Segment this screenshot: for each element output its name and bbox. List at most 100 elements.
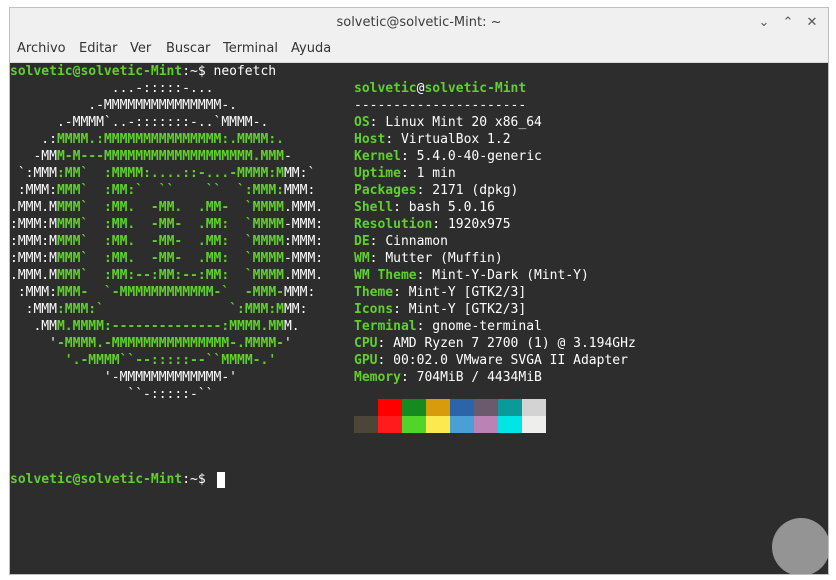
minimize-icon[interactable]: ⌄ (756, 15, 772, 31)
ascii-art-line: '-MMMM.-MMMMMMMMMMMMMMM-.MMMM-' (10, 336, 292, 351)
info-value: bash 5.0.16 (408, 200, 495, 215)
info-key: Uptime (354, 166, 401, 181)
info-key: Host (354, 132, 386, 147)
scrollbar[interactable] (812, 63, 828, 574)
color-swatch (378, 416, 402, 433)
info-separator: : (416, 319, 433, 334)
ascii-art-line: -MMM-M---MMMMMMMMMMMMMMMMMMM.MMM- (10, 149, 292, 164)
info-value: Mint-Y-Dark (Mint-Y) (432, 268, 589, 283)
ascii-art-line: :MMM:MMMM` :MM. -MM- .MM: `MMMM-MMM: (10, 217, 324, 232)
info-key: Resolution (354, 217, 433, 232)
info-value: 704MiB / 4434MiB (416, 370, 542, 385)
color-swatch (450, 399, 474, 416)
ascii-art-line: :MMM:MMM:` `:MMM:MMM: (10, 302, 308, 317)
info-value: 1920x975 (447, 217, 511, 232)
info-key: GPU (354, 353, 378, 368)
info-row: Resolution: 1920x975 (354, 216, 511, 233)
info-separator: : (416, 183, 433, 198)
info-row: WM Theme: Mint-Y-Dark (Mint-Y) (354, 267, 589, 284)
color-swatch (522, 399, 546, 416)
maximize-icon[interactable]: ⌃ (780, 15, 796, 31)
info-separator: : (393, 302, 409, 317)
ascii-art-line: :MMM:MMMM` :MM. -MM- .MM: `MMMM:MMM: (10, 234, 324, 249)
info-separator: : (393, 285, 409, 300)
info-user: solvetic (354, 81, 417, 96)
info-header: solvetic@solvetic-Mint (354, 80, 526, 97)
menu-bar: Archivo Editar Ver Buscar Terminal Ayuda (10, 38, 828, 63)
menu-ayuda[interactable]: Ayuda (291, 41, 331, 56)
info-row: Theme: Mint-Y [GTK2/3] (354, 284, 526, 301)
color-swatch (402, 399, 426, 416)
info-key: WM Theme (354, 268, 417, 283)
command-line: solvetic@solvetic-Mint:~$ neofetch (10, 63, 276, 80)
terminal-output[interactable]: solvetic@solvetic-Mint:~$ neofetch ...-:… (10, 63, 814, 574)
info-value: 1 min (416, 166, 456, 181)
info-separator: : (416, 268, 433, 283)
info-row: Icons: Mint-Y [GTK2/3] (354, 301, 526, 318)
info-row: Memory: 704MiB / 4434MiB (354, 369, 542, 386)
color-swatch (474, 416, 498, 433)
window-title: solvetic@solvetic-Mint: ~ (336, 15, 502, 30)
prompt-line: solvetic@solvetic-Mint:~$ (10, 471, 214, 488)
ascii-art-line: ``-:::::-`` (10, 387, 214, 402)
ascii-art-line: '-MMMMMMMMMMMMM-' (10, 370, 237, 385)
info-key: CPU (354, 336, 378, 351)
command-text: neofetch (213, 64, 277, 79)
info-key: OS (354, 115, 370, 130)
info-key: Shell (354, 200, 394, 215)
info-value: Cinnamon (385, 234, 448, 249)
menu-buscar[interactable]: Buscar (166, 41, 210, 56)
color-swatch (402, 416, 426, 433)
info-key: Terminal (354, 319, 417, 334)
menu-archivo[interactable]: Archivo (17, 41, 66, 56)
info-host: solvetic-Mint (424, 81, 527, 96)
info-value: 2171 (dpkg) (432, 183, 519, 198)
info-row: Packages: 2171 (dpkg) (354, 182, 518, 199)
info-row: DE: Cinnamon (354, 233, 448, 250)
info-row: Kernel: 5.4.0-40-generic (354, 148, 542, 165)
info-key: WM (354, 251, 370, 266)
ascii-art-line: :MMM:MMM- `-MMMMMMMMMMMM-` -MMM-MMM: (10, 285, 316, 300)
ascii-art-line: .MMM.MMMM:--------------:MMMM.MMM. (10, 319, 300, 334)
color-swatch (498, 416, 522, 433)
info-separator: : (400, 166, 417, 181)
color-swatch (450, 416, 474, 433)
title-bar[interactable]: solvetic@solvetic-Mint: ~ ⌄ ⌃ ✕ (10, 8, 828, 39)
color-swatch (354, 399, 378, 416)
info-value: VirtualBox 1.2 (400, 132, 511, 147)
info-value: Mint-Y [GTK2/3] (408, 302, 527, 317)
terminal-window: solvetic@solvetic-Mint: ~ ⌄ ⌃ ✕ Archivo … (9, 7, 829, 575)
watermark-logo (772, 518, 828, 574)
menu-ver[interactable]: Ver (130, 41, 151, 56)
menu-editar[interactable]: Editar (79, 41, 118, 56)
info-row: WM: Mutter (Muffin) (354, 250, 503, 267)
close-icon[interactable]: ✕ (804, 15, 820, 31)
info-value: 00:02.0 VMware SVGA II Adapter (393, 353, 628, 368)
info-row: Host: VirtualBox 1.2 (354, 131, 511, 148)
prompt-user-host: solvetic@solvetic-Mint (10, 472, 183, 487)
info-value: gnome-terminal (432, 319, 542, 334)
info-value: 5.4.0-40-generic (416, 149, 542, 164)
color-swatch (354, 416, 378, 433)
prompt-user-host: solvetic@solvetic-Mint (10, 64, 183, 79)
info-key: Memory (354, 370, 401, 385)
info-separator: : (400, 149, 417, 164)
ascii-art-line: .-MMMMMMMMMMMMMMM-. (10, 98, 237, 113)
ascii-art-line: .MMM.MMMM` :MM. -MM. .MM- `MMMM.MMM. (10, 200, 324, 215)
ascii-art-line: `:MMM:MM` :MMMM:....::-...-MMMM:MMM:` (10, 166, 316, 181)
color-swatch (426, 399, 450, 416)
info-separator: : (385, 132, 401, 147)
info-key: Icons (354, 302, 394, 317)
info-separator: : (369, 251, 386, 266)
info-value: Mint-Y [GTK2/3] (408, 285, 527, 300)
info-separator: : (377, 336, 394, 351)
info-row: OS: Linux Mint 20 x86_64 (354, 114, 542, 131)
info-value: AMD Ryzen 7 2700 (1) @ 3.194GHz (393, 336, 636, 351)
info-separator: : (369, 115, 386, 130)
info-row: Shell: bash 5.0.16 (354, 199, 495, 216)
info-key: Theme (354, 285, 394, 300)
color-swatch (498, 399, 522, 416)
info-key: DE (354, 234, 370, 249)
menu-terminal[interactable]: Terminal (223, 41, 278, 56)
color-swatch (426, 416, 450, 433)
